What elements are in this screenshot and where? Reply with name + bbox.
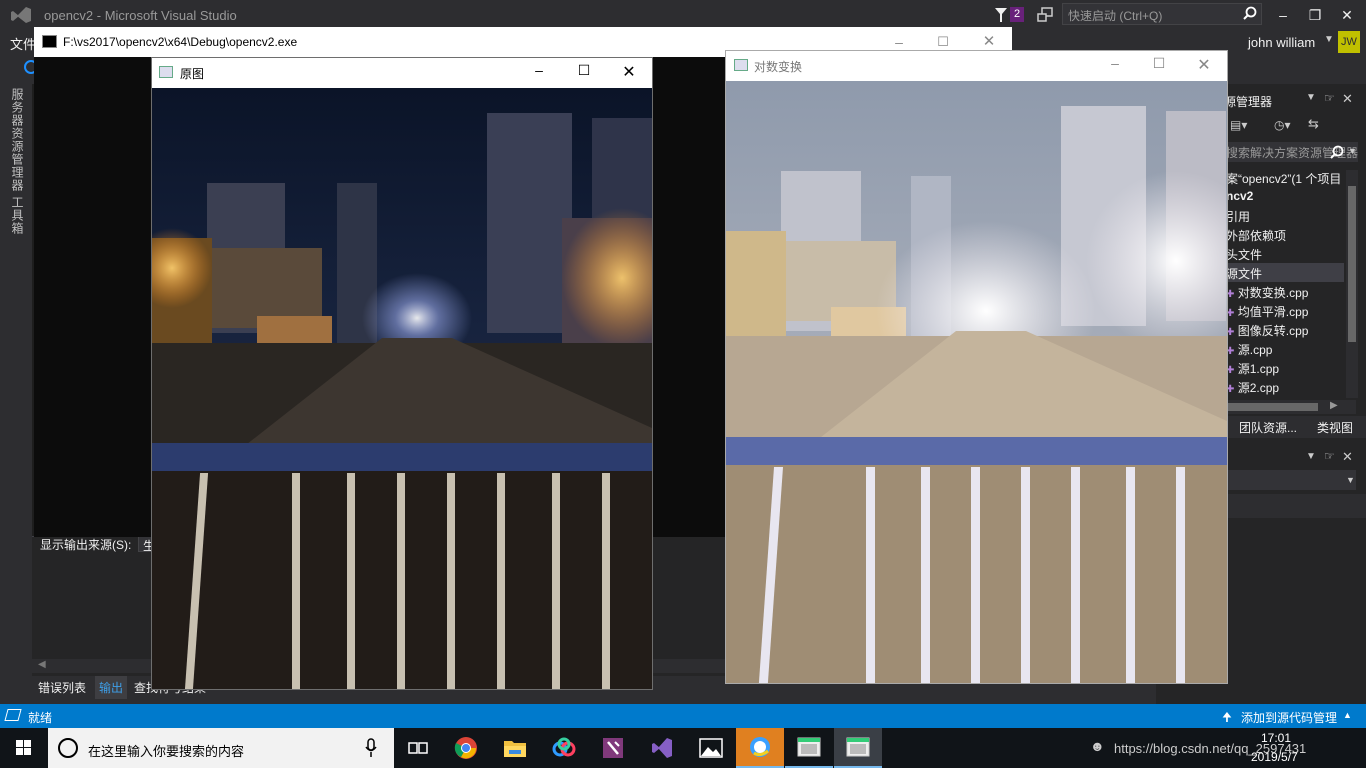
- original-maximize-button[interactable]: ☐: [575, 62, 593, 79]
- clock-date[interactable]: 2019/5/7: [1251, 750, 1298, 764]
- status-ready-text: 就绪: [28, 711, 53, 725]
- quick-launch-input[interactable]: 快速启动 (Ctrl+Q): [1062, 3, 1262, 25]
- close-icon[interactable]: ✕: [1342, 449, 1353, 465]
- scrollbar-thumb[interactable]: [1226, 403, 1318, 411]
- log-transformed-image: [726, 81, 1227, 683]
- list-item[interactable]: ✚ 图像反转.cpp: [1226, 322, 1308, 339]
- user-name[interactable]: john william: [1248, 35, 1315, 50]
- external-dependencies-node[interactable]: 外部依赖项: [1226, 227, 1286, 244]
- header-files-node[interactable]: 头文件: [1226, 246, 1262, 263]
- switch-views-icon[interactable]: ▤▾: [1230, 118, 1247, 132]
- vs-close-button[interactable]: ✕: [1334, 4, 1360, 26]
- task-view-icon[interactable]: [394, 728, 442, 768]
- onenote-icon[interactable]: [589, 728, 637, 768]
- chevron-down-icon[interactable]: ▼: [1306, 451, 1316, 462]
- tab-error-list[interactable]: 错误列表: [38, 679, 86, 696]
- file-name: 源2.cpp: [1237, 381, 1280, 395]
- original-window-title: 原图: [180, 65, 205, 82]
- visual-studio-logo-icon: [11, 7, 31, 23]
- solution-node[interactable]: 案“opencv2”(1 个项目: [1226, 170, 1341, 187]
- vs-status-bar: [0, 704, 1366, 728]
- properties-grid: [1226, 494, 1366, 518]
- photos-icon[interactable]: [687, 728, 735, 768]
- properties-object-select[interactable]: [1226, 470, 1356, 490]
- list-item[interactable]: ✚ 对数变换.cpp: [1226, 284, 1308, 301]
- tab-class-view[interactable]: 类视图: [1317, 419, 1353, 436]
- output-source-label: 显示输出来源(S):: [40, 538, 132, 552]
- avatar[interactable]: JW: [1338, 31, 1360, 53]
- references-node[interactable]: 引用: [1226, 208, 1250, 225]
- source-files-node[interactable]: 源文件: [1226, 265, 1262, 282]
- chevron-down-icon[interactable]: ▼: [1306, 92, 1316, 103]
- windows-start-icon[interactable]: [0, 728, 48, 768]
- clock-time[interactable]: 17:01: [1261, 731, 1291, 745]
- file-name: 图像反转.cpp: [1237, 324, 1309, 338]
- log-maximize-button[interactable]: ☐: [1150, 55, 1168, 72]
- list-item[interactable]: ✚ 均值平滑.cpp: [1226, 303, 1308, 320]
- list-item[interactable]: ✚ 源.cpp: [1226, 341, 1272, 358]
- add-to-source-control-button[interactable]: 添加到源代码管理: [1241, 709, 1337, 726]
- file-name: 对数变换.cpp: [1237, 286, 1309, 300]
- taskbar-search-placeholder: 在这里输入你要搜索的内容: [88, 744, 245, 759]
- menu-file[interactable]: 文件: [10, 34, 36, 53]
- solution-explorer-title: 源管理器: [1224, 95, 1273, 109]
- arrow-up-icon[interactable]: 🠉: [1222, 708, 1232, 729]
- list-item[interactable]: ✚ 源2.cpp: [1226, 379, 1279, 396]
- chrome-icon[interactable]: [442, 728, 490, 768]
- chevron-down-icon[interactable]: ▼: [1348, 146, 1357, 156]
- opencv-window-icon[interactable]: [785, 728, 833, 768]
- search-icon[interactable]: [1243, 6, 1257, 20]
- tab-team-explorer[interactable]: 团队资源...: [1239, 419, 1297, 436]
- original-image: [152, 88, 652, 689]
- pin-icon[interactable]: ☞: [1324, 449, 1335, 463]
- opencv-window-icon[interactable]: [834, 728, 882, 768]
- server-explorer-tab[interactable]: 服务器资源管理器: [9, 88, 26, 192]
- chevron-down-icon[interactable]: ▼: [1324, 34, 1334, 45]
- history-icon[interactable]: ◷▾: [1274, 118, 1291, 132]
- tab-output[interactable]: 输出: [95, 676, 128, 699]
- people-icon[interactable]: ☻: [1090, 738, 1105, 754]
- baidu-netdisk-icon[interactable]: [540, 728, 588, 768]
- close-icon[interactable]: ✕: [1342, 91, 1353, 107]
- feedback-icon[interactable]: [1036, 6, 1054, 24]
- project-node[interactable]: ncv2: [1226, 189, 1253, 203]
- file-explorer-icon[interactable]: [491, 728, 539, 768]
- file-name: 源.cpp: [1237, 343, 1273, 357]
- scrollbar-thumb[interactable]: [1348, 186, 1356, 342]
- console-app-icon: [42, 35, 57, 48]
- original-close-button[interactable]: ✕: [620, 62, 638, 82]
- pin-icon[interactable]: ☞: [1324, 91, 1335, 105]
- vs-minimize-button[interactable]: –: [1270, 4, 1296, 26]
- console-window-title: F:\vs2017\opencv2\x64\Debug\opencv2.exe: [63, 35, 298, 49]
- list-item[interactable]: ✚ 源1.cpp: [1226, 360, 1279, 377]
- file-name: 源1.cpp: [1237, 362, 1280, 376]
- opencv-window-icon: [159, 66, 173, 78]
- toolbox-tab[interactable]: 工具箱: [9, 196, 26, 235]
- scroll-right-arrow-icon[interactable]: ▶: [1330, 400, 1338, 411]
- log-close-button[interactable]: ✕: [1195, 55, 1213, 75]
- chevron-down-icon[interactable]: ▼: [1346, 475, 1355, 485]
- log-window-title: 对数变换: [754, 58, 803, 75]
- cortana-icon: [58, 738, 78, 758]
- sync-icon[interactable]: ⇆: [1308, 116, 1319, 132]
- microphone-icon[interactable]: [364, 738, 378, 758]
- log-minimize-button[interactable]: –: [1106, 55, 1124, 71]
- opencv-window-icon: [734, 59, 748, 71]
- vs-maximize-button[interactable]: ❐: [1302, 4, 1328, 26]
- notification-count-badge: 2: [1010, 7, 1024, 22]
- visual-studio-icon[interactable]: [638, 728, 686, 768]
- search-icon[interactable]: [1330, 145, 1344, 159]
- file-name: 均值平滑.cpp: [1237, 305, 1309, 319]
- chevron-up-icon[interactable]: ▲: [1343, 710, 1352, 720]
- vs-window-title: opencv2 - Microsoft Visual Studio: [44, 8, 237, 23]
- qq-browser-icon[interactable]: [736, 728, 784, 768]
- original-minimize-button[interactable]: –: [530, 62, 548, 78]
